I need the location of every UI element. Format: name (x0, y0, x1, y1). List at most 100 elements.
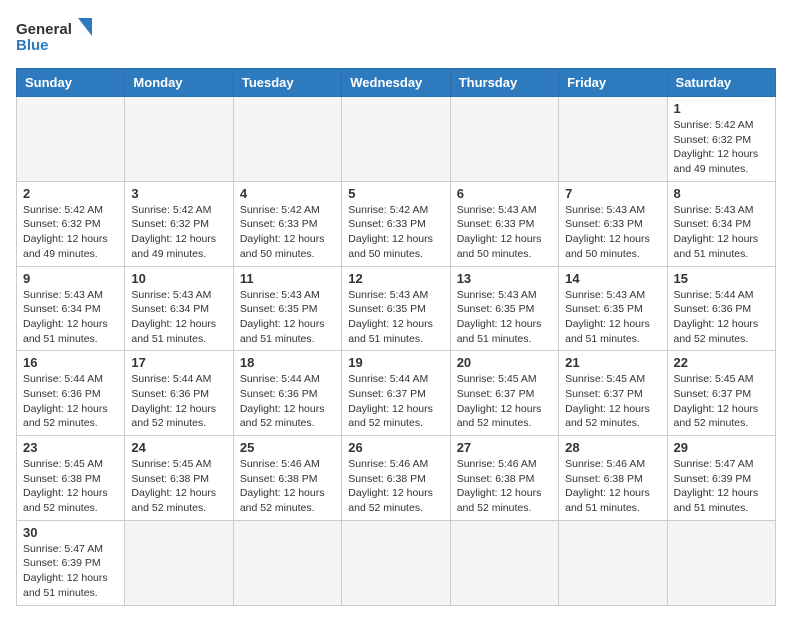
day-info: Sunrise: 5:46 AM Sunset: 6:38 PM Dayligh… (240, 457, 335, 516)
day-info: Sunrise: 5:43 AM Sunset: 6:35 PM Dayligh… (457, 288, 552, 347)
calendar-cell (17, 97, 125, 182)
calendar-cell: 24 Sunrise: 5:45 AM Sunset: 6:38 PM Dayli… (125, 436, 233, 521)
day-info: Sunrise: 5:42 AM Sunset: 6:32 PM Dayligh… (23, 203, 118, 262)
calendar-cell: 1Sunrise: 5:42 AM Sunset: 6:32 PM Daylig… (667, 97, 775, 182)
day-info: Sunrise: 5:45 AM Sunset: 6:38 PM Dayligh… (23, 457, 118, 516)
day-header-sunday: Sunday (17, 69, 125, 97)
day-info: Sunrise: 5:44 AM Sunset: 6:36 PM Dayligh… (240, 372, 335, 431)
calendar-cell (233, 520, 341, 605)
week-row-1: 2 Sunrise: 5:42 AM Sunset: 6:32 PM Daylig… (17, 181, 776, 266)
day-info: Sunrise: 5:43 AM Sunset: 6:34 PM Dayligh… (131, 288, 226, 347)
calendar-cell: 29 Sunrise: 5:47 AM Sunset: 6:39 PM Dayli… (667, 436, 775, 521)
day-info: Sunrise: 5:45 AM Sunset: 6:37 PM Dayligh… (565, 372, 660, 431)
calendar-cell (450, 97, 558, 182)
day-info: Sunrise: 5:43 AM Sunset: 6:35 PM Dayligh… (348, 288, 443, 347)
calendar-cell (450, 520, 558, 605)
day-info: Sunrise: 5:45 AM Sunset: 6:37 PM Dayligh… (457, 372, 552, 431)
day-info: Sunrise: 5:42 AM Sunset: 6:33 PM Dayligh… (348, 203, 443, 262)
day-info: Sunrise: 5:44 AM Sunset: 6:36 PM Dayligh… (674, 288, 769, 347)
calendar-cell: 22 Sunrise: 5:45 AM Sunset: 6:37 PM Dayli… (667, 351, 775, 436)
day-info: Sunrise: 5:44 AM Sunset: 6:36 PM Dayligh… (131, 372, 226, 431)
week-row-5: 30Sunrise: 5:47 AM Sunset: 6:39 PM Dayli… (17, 520, 776, 605)
day-number: 5 (348, 186, 443, 201)
day-number: 10 (131, 271, 226, 286)
calendar-cell (125, 520, 233, 605)
day-info: Sunrise: 5:43 AM Sunset: 6:35 PM Dayligh… (565, 288, 660, 347)
day-number: 14 (565, 271, 660, 286)
day-info: Sunrise: 5:43 AM Sunset: 6:33 PM Dayligh… (457, 203, 552, 262)
calendar-cell: 10 Sunrise: 5:43 AM Sunset: 6:34 PM Dayli… (125, 266, 233, 351)
calendar-cell: 17 Sunrise: 5:44 AM Sunset: 6:36 PM Dayli… (125, 351, 233, 436)
header: GeneralBlue (16, 16, 776, 60)
day-info: Sunrise: 5:46 AM Sunset: 6:38 PM Dayligh… (565, 457, 660, 516)
day-info: Sunrise: 5:43 AM Sunset: 6:34 PM Dayligh… (23, 288, 118, 347)
day-number: 7 (565, 186, 660, 201)
calendar-cell: 28 Sunrise: 5:46 AM Sunset: 6:38 PM Dayli… (559, 436, 667, 521)
calendar-cell: 9Sunrise: 5:43 AM Sunset: 6:34 PM Daylig… (17, 266, 125, 351)
calendar-cell: 13Sunrise: 5:43 AM Sunset: 6:35 PM Dayli… (450, 266, 558, 351)
calendar-cell: 16 Sunrise: 5:44 AM Sunset: 6:36 PM Dayli… (17, 351, 125, 436)
svg-text:General: General (16, 21, 72, 38)
day-number: 22 (674, 355, 769, 370)
calendar-cell (559, 97, 667, 182)
calendar-cell: 14 Sunrise: 5:43 AM Sunset: 6:35 PM Dayli… (559, 266, 667, 351)
calendar-cell: 4Sunrise: 5:42 AM Sunset: 6:33 PM Daylig… (233, 181, 341, 266)
calendar-cell: 19 Sunrise: 5:44 AM Sunset: 6:37 PM Dayli… (342, 351, 450, 436)
calendar-cell: 12Sunrise: 5:43 AM Sunset: 6:35 PM Dayli… (342, 266, 450, 351)
calendar-cell: 27Sunrise: 5:46 AM Sunset: 6:38 PM Dayli… (450, 436, 558, 521)
calendar-cell: 25 Sunrise: 5:46 AM Sunset: 6:38 PM Dayli… (233, 436, 341, 521)
week-row-0: 1Sunrise: 5:42 AM Sunset: 6:32 PM Daylig… (17, 97, 776, 182)
day-info: Sunrise: 5:45 AM Sunset: 6:37 PM Dayligh… (674, 372, 769, 431)
calendar-cell: 3Sunrise: 5:42 AM Sunset: 6:32 PM Daylig… (125, 181, 233, 266)
calendar-cell: 26 Sunrise: 5:46 AM Sunset: 6:38 PM Dayli… (342, 436, 450, 521)
day-info: Sunrise: 5:43 AM Sunset: 6:33 PM Dayligh… (565, 203, 660, 262)
day-number: 16 (23, 355, 118, 370)
day-number: 28 (565, 440, 660, 455)
day-header-monday: Monday (125, 69, 233, 97)
day-info: Sunrise: 5:43 AM Sunset: 6:34 PM Dayligh… (674, 203, 769, 262)
calendar-cell (667, 520, 775, 605)
day-number: 8 (674, 186, 769, 201)
calendar-cell (125, 97, 233, 182)
day-info: Sunrise: 5:47 AM Sunset: 6:39 PM Dayligh… (674, 457, 769, 516)
day-number: 4 (240, 186, 335, 201)
calendar-cell: 11Sunrise: 5:43 AM Sunset: 6:35 PM Dayli… (233, 266, 341, 351)
day-number: 30 (23, 525, 118, 540)
day-info: Sunrise: 5:46 AM Sunset: 6:38 PM Dayligh… (348, 457, 443, 516)
week-row-3: 16 Sunrise: 5:44 AM Sunset: 6:36 PM Dayli… (17, 351, 776, 436)
day-header-thursday: Thursday (450, 69, 558, 97)
calendar-cell: 7 Sunrise: 5:43 AM Sunset: 6:33 PM Daylig… (559, 181, 667, 266)
calendar-cell (342, 97, 450, 182)
day-header-tuesday: Tuesday (233, 69, 341, 97)
calendar-cell: 5 Sunrise: 5:42 AM Sunset: 6:33 PM Daylig… (342, 181, 450, 266)
week-row-4: 23 Sunrise: 5:45 AM Sunset: 6:38 PM Dayli… (17, 436, 776, 521)
day-info: Sunrise: 5:43 AM Sunset: 6:35 PM Dayligh… (240, 288, 335, 347)
day-info: Sunrise: 5:42 AM Sunset: 6:32 PM Dayligh… (674, 118, 769, 177)
day-number: 21 (565, 355, 660, 370)
day-header-wednesday: Wednesday (342, 69, 450, 97)
calendar-cell: 6Sunrise: 5:43 AM Sunset: 6:33 PM Daylig… (450, 181, 558, 266)
day-number: 24 (131, 440, 226, 455)
svg-text:Blue: Blue (16, 37, 49, 54)
calendar-cell (342, 520, 450, 605)
day-number: 3 (131, 186, 226, 201)
day-header-friday: Friday (559, 69, 667, 97)
day-number: 25 (240, 440, 335, 455)
day-info: Sunrise: 5:44 AM Sunset: 6:36 PM Dayligh… (23, 372, 118, 431)
logo: GeneralBlue (16, 16, 96, 60)
day-number: 23 (23, 440, 118, 455)
day-number: 29 (674, 440, 769, 455)
calendar: SundayMondayTuesdayWednesdayThursdayFrid… (16, 68, 776, 606)
calendar-cell: 30Sunrise: 5:47 AM Sunset: 6:39 PM Dayli… (17, 520, 125, 605)
calendar-cell: 8 Sunrise: 5:43 AM Sunset: 6:34 PM Daylig… (667, 181, 775, 266)
generalblue-logo: GeneralBlue (16, 16, 96, 60)
day-number: 26 (348, 440, 443, 455)
day-number: 27 (457, 440, 552, 455)
day-number: 2 (23, 186, 118, 201)
day-number: 19 (348, 355, 443, 370)
day-number: 18 (240, 355, 335, 370)
day-info: Sunrise: 5:45 AM Sunset: 6:38 PM Dayligh… (131, 457, 226, 516)
week-row-2: 9Sunrise: 5:43 AM Sunset: 6:34 PM Daylig… (17, 266, 776, 351)
day-info: Sunrise: 5:44 AM Sunset: 6:37 PM Dayligh… (348, 372, 443, 431)
day-number: 17 (131, 355, 226, 370)
